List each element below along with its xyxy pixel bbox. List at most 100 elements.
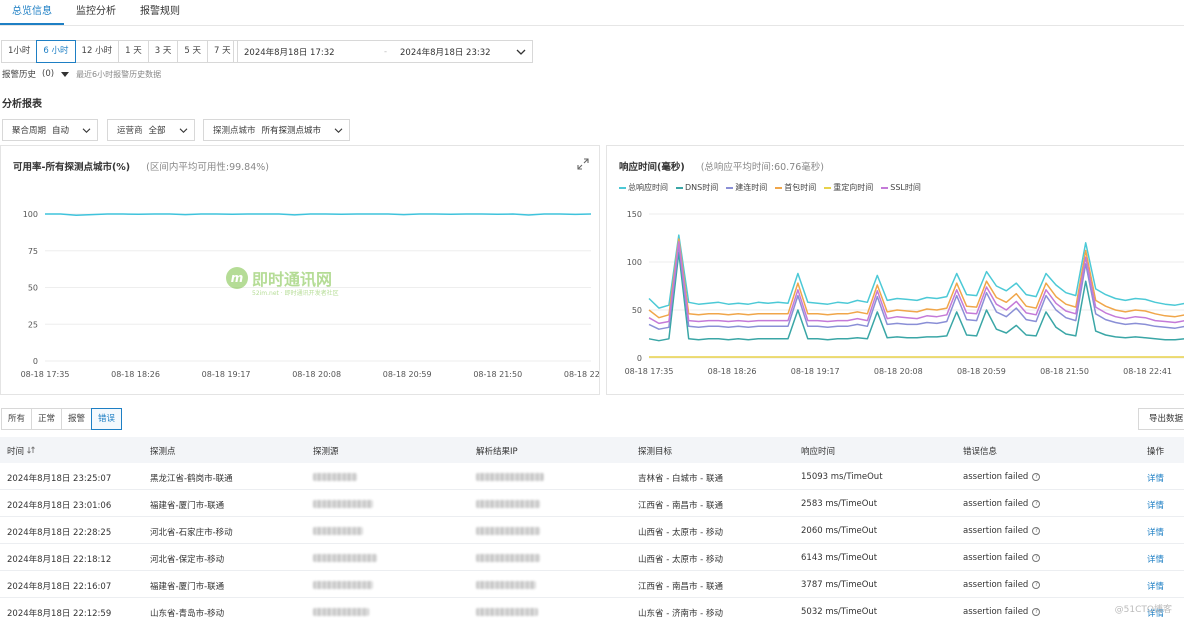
table-row: 2024年8月18日 23:25:07 黑龙江省-鹤岗市-联通 吉林省 - 白城市 … (0, 463, 1184, 490)
chart-subtitle: (总响应平均时间:60.76毫秒) (700, 162, 824, 173)
expand-icon[interactable] (577, 158, 589, 170)
cell-probe-point: 黑龙江省-鹤岗市-联通 (150, 474, 233, 484)
table-row: 2024年8月18日 22:16:07 福建省-厦门市-联通 江西省 - 南昌市 -… (0, 571, 1184, 598)
legend-item[interactable]: 重定向时间 (824, 182, 873, 193)
date-range-end: 2024年8月18日 23:32 (400, 47, 491, 58)
details-link[interactable]: 详情 (1147, 499, 1164, 511)
y-tick-label: 100 (23, 210, 38, 219)
help-icon[interactable]: ? (1032, 553, 1041, 562)
chevron-down-icon (516, 49, 526, 55)
legend-swatch (619, 186, 626, 189)
header-probe-point: 探测点 (150, 447, 176, 457)
cell-probe-point: 山东省-青岛市-移动 (150, 609, 225, 619)
filter-value: 全部 (148, 126, 166, 136)
table-row: 2024年8月18日 23:01:06 福建省-厦门市-联通 江西省 - 南昌市 -… (0, 490, 1184, 517)
date-range-separator: - (384, 46, 388, 57)
status-tab-alert[interactable]: 报警 (61, 408, 93, 430)
y-tick-label: 75 (28, 247, 38, 256)
cell-resolved-ip-redacted (476, 527, 540, 535)
cell-response-time: 15093 ms/TimeOut (801, 472, 883, 482)
legend-swatch (775, 186, 783, 189)
chevron-down-icon (82, 127, 91, 133)
cell-time: 2024年8月18日 22:28:25 (7, 528, 112, 538)
cell-error-info: assertion failed? (963, 580, 1041, 590)
legend-item[interactable]: 总响应时间 (619, 182, 668, 193)
status-tab-error[interactable]: 错误 (91, 408, 123, 430)
cell-response-time: 2583 ms/TimeOut (801, 499, 878, 509)
legend-label: SSL时间 (890, 183, 921, 192)
export-data-button[interactable]: 导出数据 (1138, 408, 1184, 430)
cell-resolved-ip-redacted (476, 608, 538, 616)
alert-history: 报警历史 (0) 最近6小时报警历史数据 (2, 68, 161, 80)
error-text: assertion failed (963, 526, 1029, 536)
cell-time: 2024年8月18日 23:25:07 (7, 474, 112, 484)
results-table: 时间 探测点 探测源 解析结果IP 探测目标 响应时间 错误信息 操作 2024… (0, 437, 1184, 621)
help-icon[interactable]: ? (1032, 580, 1041, 589)
caret-down-icon[interactable] (60, 70, 70, 78)
cell-probe-point: 福建省-厦门市-联通 (150, 582, 225, 592)
legend-item[interactable]: SSL时间 (881, 182, 921, 193)
response-title: 响应时间(毫秒) (总响应平均时间:60.76毫秒) (619, 159, 824, 173)
x-tick-label: 08-18 17:35 (21, 370, 70, 379)
header-error-info: 错误信息 (963, 447, 998, 457)
y-tick-label: 100 (627, 258, 642, 267)
filter-value: 所有探测点城市 (261, 126, 322, 136)
series-line (45, 213, 592, 216)
probe-city-select[interactable]: 探测点城市 所有探测点城市 (203, 119, 350, 141)
y-tick-label: 50 (632, 306, 642, 315)
help-icon[interactable]: ? (1032, 607, 1041, 616)
chart-title: 响应时间(毫秒) (619, 162, 685, 173)
top-tab-bar: 总览信息 监控分析 报警规则 (0, 0, 1184, 26)
x-tick-label: 08-18 20:59 (957, 367, 1006, 376)
help-icon[interactable]: ? (1032, 472, 1041, 481)
table-row: 2024年8月18日 22:12:59 山东省-青岛市-移动 山东省 - 济南市 -… (0, 598, 1184, 621)
legend-item[interactable]: DNS时间 (676, 182, 718, 193)
tab-overview[interactable]: 总览信息 (0, 0, 64, 25)
status-tab-normal[interactable]: 正常 (31, 408, 63, 430)
tab-monitor-analysis[interactable]: 监控分析 (64, 0, 128, 25)
range-1h-button[interactable]: 1小时 (1, 40, 38, 63)
cell-error-info: assertion failed? (963, 553, 1041, 563)
details-link[interactable]: 详情 (1147, 526, 1164, 538)
x-tick-label: 08-18 19:17 (791, 367, 840, 376)
status-tab-all[interactable]: 所有 (1, 408, 33, 430)
x-tick-label: 08-18 18:26 (708, 367, 757, 376)
sort-icon[interactable] (26, 446, 36, 454)
range-3d-button[interactable]: 3 天 (147, 40, 179, 63)
legend-swatch (676, 186, 683, 189)
tab-alert-rules[interactable]: 报警规则 (128, 0, 192, 25)
carrier-select[interactable]: 运营商 全部 (107, 119, 195, 141)
table-header: 时间 探测点 探测源 解析结果IP 探测目标 响应时间 错误信息 操作 (0, 437, 1184, 463)
x-tick-label: 08-18 22:41 (564, 370, 599, 379)
range-5d-button[interactable]: 5 天 (177, 40, 208, 63)
range-1d-button[interactable]: 1 天 (118, 40, 149, 63)
cell-resolved-ip-redacted (476, 473, 544, 481)
range-12h-button[interactable]: 12 小时 (74, 40, 120, 63)
range-6h-button[interactable]: 6 小时 (36, 40, 76, 63)
legend-swatch (726, 186, 734, 189)
legend-item[interactable]: 建连时间 (726, 182, 767, 193)
corner-watermark: @51CTO博客 (1114, 605, 1172, 615)
cell-probe-source-redacted (313, 527, 363, 535)
help-icon[interactable]: ? (1032, 499, 1041, 508)
header-time[interactable]: 时间 (7, 445, 36, 457)
cell-time: 2024年8月18日 22:16:07 (7, 582, 112, 592)
cell-response-time: 5032 ms/TimeOut (801, 607, 878, 617)
details-link[interactable]: 详情 (1147, 472, 1164, 484)
legend-item[interactable]: 首包时间 (775, 182, 816, 193)
header-label: 时间 (7, 447, 25, 457)
error-text: assertion failed (963, 607, 1029, 617)
y-tick-label: 25 (28, 320, 38, 329)
watermark: m 即时通讯网 52im.net · 即时通讯开发者社区 (226, 266, 339, 297)
filter-label: 探测点城市 (213, 126, 256, 136)
details-link[interactable]: 详情 (1147, 580, 1164, 592)
details-link[interactable]: 详情 (1147, 553, 1164, 565)
y-tick-label: 0 (33, 357, 38, 366)
cell-probe-target: 山东省 - 济南市 - 移动 (638, 609, 723, 619)
help-icon[interactable]: ? (1032, 526, 1041, 535)
error-text: assertion failed (963, 499, 1029, 509)
date-range-picker[interactable]: 2024年8月18日 17:32 - 2024年8月18日 23:32 (233, 40, 533, 63)
aggregation-period-select[interactable]: 聚合周期 自动 (2, 119, 98, 141)
cell-error-info: assertion failed? (963, 472, 1041, 482)
legend-label: 首包时间 (784, 183, 817, 192)
